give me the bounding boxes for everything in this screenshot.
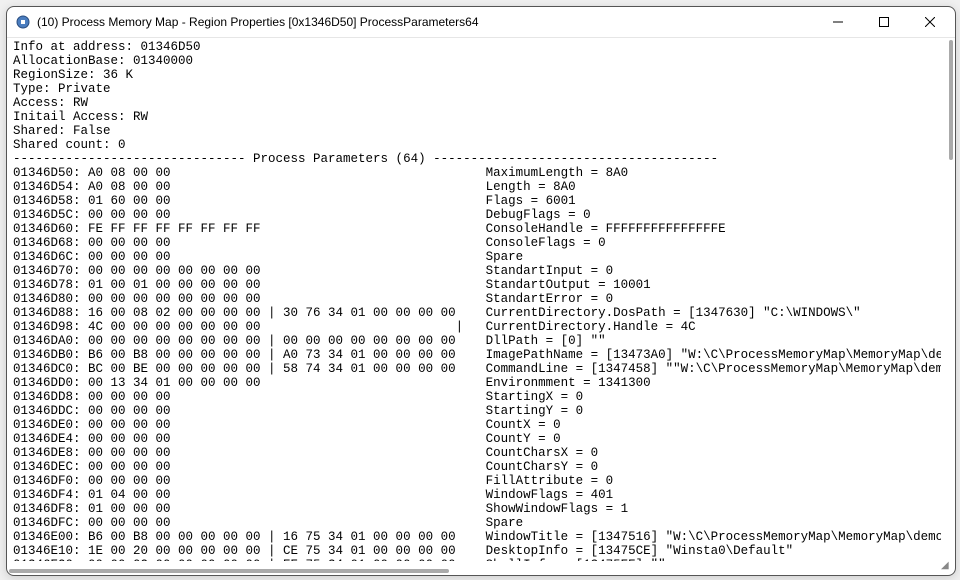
window-title: (10) Process Memory Map - Region Propert… — [37, 15, 479, 29]
close-button[interactable] — [907, 7, 953, 37]
maximize-button[interactable] — [861, 7, 907, 37]
horizontal-scrollbar[interactable] — [9, 563, 939, 573]
memory-dump-text[interactable]: Info at address: 01346D50 AllocationBase… — [9, 38, 941, 561]
app-icon — [15, 14, 31, 30]
window-frame: (10) Process Memory Map - Region Propert… — [6, 6, 956, 576]
content-area: Info at address: 01346D50 AllocationBase… — [7, 37, 955, 575]
horizontal-scroll-thumb[interactable] — [9, 569, 449, 573]
minimize-button[interactable] — [815, 7, 861, 37]
resize-grip-icon[interactable]: ◢ — [941, 561, 951, 571]
titlebar[interactable]: (10) Process Memory Map - Region Propert… — [7, 7, 955, 37]
vertical-scrollbar[interactable] — [943, 40, 953, 559]
vertical-scroll-thumb[interactable] — [949, 40, 953, 160]
